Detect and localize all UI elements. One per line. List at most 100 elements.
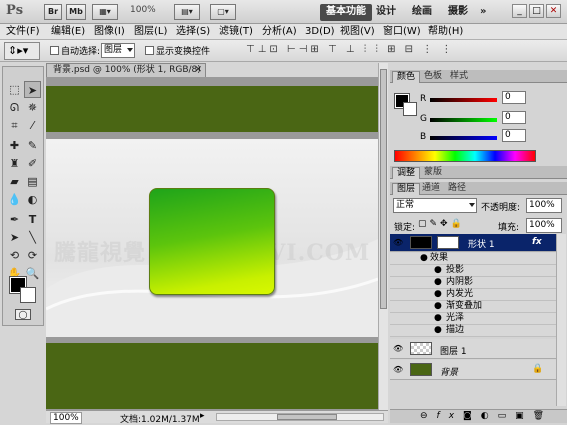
move-tool-icon[interactable]: ➤ bbox=[24, 81, 41, 98]
brush-tool-icon[interactable]: ✎ bbox=[24, 137, 41, 154]
eraser-tool-icon[interactable]: ▰ bbox=[6, 173, 23, 190]
auto-select-checkbox[interactable] bbox=[50, 46, 59, 55]
vertical-scrollbar[interactable] bbox=[378, 63, 388, 410]
screen-mode-button[interactable]: ▢▾ bbox=[210, 4, 236, 20]
tab-paths[interactable]: 路径 bbox=[444, 183, 470, 195]
minibridge-button[interactable]: Mb bbox=[66, 4, 86, 20]
menu-select[interactable]: 选择(S) bbox=[176, 25, 210, 39]
effect-eye-icon[interactable]: ● bbox=[434, 301, 442, 312]
delete-layer-icon[interactable]: 🗑 bbox=[533, 411, 553, 421]
quick-mask-icon[interactable]: ◯ bbox=[15, 309, 31, 320]
minimize-button[interactable]: _ bbox=[512, 4, 527, 18]
close-tab-icon[interactable]: ✕ bbox=[194, 64, 202, 77]
effects-row[interactable]: ● 效果 bbox=[390, 253, 556, 265]
panel-bg-color[interactable] bbox=[403, 102, 417, 116]
gradient-tool-icon[interactable]: ▤ bbox=[24, 173, 41, 190]
new-group-icon[interactable]: ▭ bbox=[498, 411, 516, 421]
blend-mode-dropdown[interactable]: 正常 bbox=[393, 198, 477, 213]
menu-help[interactable]: 帮助(H) bbox=[428, 25, 463, 39]
zoom-level[interactable]: 100% bbox=[130, 5, 156, 15]
status-zoom[interactable]: 100% bbox=[50, 412, 82, 424]
effect-satin[interactable]: ● 光泽 bbox=[390, 313, 556, 325]
effect-stroke[interactable]: ● 描边 bbox=[390, 325, 556, 337]
canvas-area[interactable]: 騰龍視覺 WWW.TLVI.COM bbox=[46, 77, 378, 410]
tab-swatches[interactable]: 色板 bbox=[420, 71, 446, 83]
tab-styles[interactable]: 样式 bbox=[446, 71, 472, 83]
menu-layer[interactable]: 图层(L) bbox=[134, 25, 167, 39]
dodge-tool-icon[interactable]: ◐ bbox=[24, 191, 41, 208]
marquee-tool-icon[interactable]: ⬚ bbox=[6, 81, 23, 98]
view-extras-button[interactable]: ▦▾ bbox=[92, 4, 118, 20]
effect-eye-icon[interactable]: ● bbox=[434, 289, 442, 300]
tab-channels[interactable]: 通道 bbox=[418, 183, 444, 195]
arrange-docs-button[interactable]: ▤▾ bbox=[174, 4, 200, 20]
layer-row-layer1[interactable]: 👁 图层 1 bbox=[390, 339, 556, 359]
bridge-button[interactable]: Br bbox=[44, 4, 62, 20]
document-tab[interactable]: 背景.psd @ 100% (形状 1, RGB/8) * ✕ bbox=[46, 63, 206, 88]
green-rounded-rectangle-shape[interactable] bbox=[149, 188, 275, 295]
type-tool-icon[interactable]: T bbox=[24, 211, 41, 228]
blur-tool-icon[interactable]: 💧 bbox=[6, 191, 23, 208]
healing-brush-icon[interactable]: ✚ bbox=[6, 137, 23, 154]
menu-image[interactable]: 图像(I) bbox=[94, 25, 125, 39]
eyedropper-icon[interactable]: ⁄ bbox=[24, 117, 41, 134]
show-transform-checkbox[interactable] bbox=[145, 46, 154, 55]
effect-inner-shadow[interactable]: ● 内阴影 bbox=[390, 277, 556, 289]
tab-layers[interactable]: 图层 bbox=[392, 183, 421, 195]
effect-eye-icon[interactable]: ● bbox=[434, 313, 442, 324]
pen-tool-icon[interactable]: ✒ bbox=[6, 211, 23, 228]
magic-wand-icon[interactable]: ✵ bbox=[24, 99, 41, 116]
path-select-icon[interactable]: ➤ bbox=[6, 229, 23, 246]
3d-rotate-icon[interactable]: ⟲ bbox=[6, 247, 23, 264]
eye-icon[interactable]: 👁 bbox=[393, 366, 403, 374]
maximize-button[interactable]: □ bbox=[529, 4, 544, 18]
effect-gradient-overlay[interactable]: ● 渐变叠加 bbox=[390, 301, 556, 313]
menu-analysis[interactable]: 分析(A) bbox=[262, 25, 297, 39]
new-layer-icon[interactable]: ▣ bbox=[515, 411, 533, 421]
auto-select-dropdown[interactable]: 图层 bbox=[101, 43, 135, 58]
move-tool-preset[interactable]: ⇕▸▾ bbox=[4, 42, 40, 60]
lock-icons[interactable]: ▢✎✥🔒 bbox=[418, 219, 465, 229]
r-value[interactable]: 0 bbox=[502, 91, 526, 104]
menu-window[interactable]: 窗口(W) bbox=[383, 25, 421, 39]
stamp-tool-icon[interactable]: ♜ bbox=[6, 155, 23, 172]
align-buttons[interactable]: ⊤⊥⊡ ⊢⊣⊞ ⊤ ⊥ ⫶ ⫶ ⊞ ⊟ ⋮ ⋮ bbox=[246, 44, 454, 55]
effect-eye-icon[interactable]: ● bbox=[434, 325, 442, 336]
eye-icon[interactable]: 👁 bbox=[393, 345, 403, 353]
opacity-field[interactable]: 100% bbox=[526, 198, 562, 213]
effect-inner-glow[interactable]: ● 内发光 bbox=[390, 289, 556, 301]
link-layers-icon[interactable]: ⊖ bbox=[420, 411, 437, 421]
effects-eye-icon[interactable]: ● bbox=[420, 253, 428, 264]
adjustment-layer-icon[interactable]: ◐ bbox=[481, 411, 498, 421]
horizontal-scrollbar[interactable] bbox=[216, 413, 384, 421]
more-workspaces-button[interactable]: » bbox=[474, 4, 492, 21]
menu-file[interactable]: 文件(F) bbox=[6, 25, 40, 39]
layer-row-shape[interactable]: 👁 形状 1 fx bbox=[390, 234, 556, 252]
workspace-painting[interactable]: 绘画 bbox=[406, 4, 438, 21]
status-arrow-icon[interactable]: ▸ bbox=[200, 411, 205, 421]
effect-drop-shadow[interactable]: ● 投影 bbox=[390, 265, 556, 277]
scrollbar-thumb[interactable] bbox=[380, 69, 387, 309]
tab-color[interactable]: 颜色 bbox=[392, 71, 421, 83]
fill-field[interactable]: 100% bbox=[526, 218, 562, 233]
b-value[interactable]: 0 bbox=[502, 129, 526, 142]
layers-scrollbar[interactable] bbox=[556, 234, 566, 406]
zoom-tool-icon[interactable]: 🔍 bbox=[24, 265, 41, 282]
menu-filter[interactable]: 滤镜(T) bbox=[219, 25, 253, 39]
workspace-design[interactable]: 设计 bbox=[370, 4, 402, 21]
line-tool-icon[interactable]: ╲ bbox=[24, 229, 41, 246]
add-style-icon[interactable]: fx bbox=[437, 411, 464, 421]
history-brush-icon[interactable]: ✐ bbox=[24, 155, 41, 172]
tab-masks[interactable]: 蒙版 bbox=[420, 167, 446, 179]
effect-eye-icon[interactable]: ● bbox=[434, 265, 442, 276]
h-scrollbar-thumb[interactable] bbox=[277, 414, 337, 420]
menu-edit[interactable]: 编辑(E) bbox=[51, 25, 85, 39]
g-slider[interactable] bbox=[430, 118, 497, 122]
r-slider[interactable] bbox=[430, 98, 497, 102]
menu-view[interactable]: 视图(V) bbox=[340, 25, 375, 39]
workspace-essentials[interactable]: 基本功能 bbox=[320, 4, 372, 21]
color-spectrum[interactable] bbox=[394, 150, 536, 162]
b-slider[interactable] bbox=[430, 136, 497, 140]
menu-3d[interactable]: 3D(D) bbox=[305, 25, 335, 39]
crop-tool-icon[interactable]: ⌗ bbox=[6, 117, 23, 134]
